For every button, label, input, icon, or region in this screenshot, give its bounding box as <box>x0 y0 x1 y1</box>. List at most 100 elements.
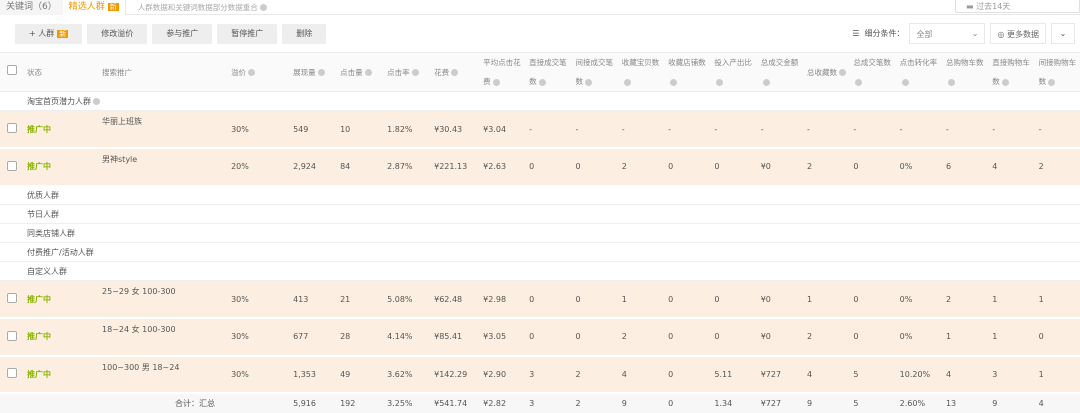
name-cell[interactable]: 华丽上班族 <box>97 111 226 149</box>
audience-name: 华丽上班族 <box>102 117 142 126</box>
value-cell: - <box>1034 111 1080 149</box>
value-cell: 0% <box>895 281 941 319</box>
delete-button[interactable]: 删除 <box>282 24 326 44</box>
audience-name: 100~300 男 18~24 <box>102 363 179 372</box>
column-header[interactable]: 投入产出比 <box>709 53 755 92</box>
help-icon[interactable] <box>585 79 592 86</box>
help-icon[interactable] <box>948 79 955 86</box>
help-icon[interactable] <box>493 79 500 86</box>
help-icon[interactable] <box>839 69 846 76</box>
column-header[interactable]: 点击量 <box>335 53 382 92</box>
column-header[interactable]: 收藏宝贝数 <box>617 53 663 92</box>
value-cell: 30% <box>226 318 288 356</box>
column-header[interactable]: 点击率 <box>382 53 429 92</box>
row-checkbox[interactable] <box>7 331 17 341</box>
help-icon[interactable] <box>248 69 255 76</box>
value-cell: 1 <box>617 281 663 319</box>
edit-premium-button[interactable]: 修改溢价 <box>87 24 147 44</box>
value-cell: - <box>802 111 848 149</box>
list-icon: ☰ <box>852 29 859 38</box>
help-icon[interactable] <box>855 79 862 86</box>
table-row: 推广中华丽上班族30%549101.82%¥30.43¥3.04--------… <box>0 111 1080 149</box>
value-cell: 0 <box>524 148 570 186</box>
group-row: 节日人群 <box>0 205 1080 224</box>
column-header[interactable]: 状态 <box>22 53 97 92</box>
help-icon[interactable] <box>1002 79 1009 86</box>
help-icon[interactable] <box>539 79 546 86</box>
column-header[interactable]: 平均点击花费 <box>478 53 524 92</box>
value-cell: ¥142.29 <box>429 356 478 394</box>
help-icon[interactable] <box>318 69 325 76</box>
value-cell: 1 <box>987 318 1033 356</box>
table-header: 状态搜索推广溢价展现量点击量 点击率花费平均点击花费直接成交笔数间接成交笔数收藏宝… <box>0 53 1080 92</box>
help-icon[interactable] <box>451 69 458 76</box>
group-label-cell: 淘宝首页潜力人群 <box>22 92 1080 111</box>
value-cell: 1 <box>941 318 987 356</box>
status-badge: 推广中 <box>27 332 51 341</box>
help-icon[interactable] <box>412 69 419 76</box>
empty-cell <box>0 186 22 205</box>
total-value: ¥2.82 <box>478 393 524 413</box>
column-header[interactable]: 展现量 <box>288 53 335 92</box>
column-header[interactable]: 间接成交笔数 <box>570 53 616 92</box>
total-value: 2.60% <box>895 393 941 413</box>
column-header[interactable]: 总收藏数 <box>802 53 848 92</box>
name-cell[interactable]: 男神style <box>97 148 226 186</box>
column-header[interactable]: 点击转化率 <box>895 53 941 92</box>
column-header-label: 间接成交笔数 <box>575 58 613 86</box>
pause-promotion-button[interactable]: 暂停推广 <box>217 24 277 44</box>
more-data-button[interactable]: ◎ 更多数据 <box>990 23 1046 44</box>
column-header-label: 点击量 <box>340 68 363 77</box>
help-icon[interactable] <box>902 79 909 86</box>
column-header[interactable]: 总成交金额 <box>756 53 802 92</box>
value-cell: 28 <box>335 318 382 356</box>
column-header[interactable]: 总购物车数 <box>941 53 987 92</box>
column-header[interactable]: 搜索推广 <box>97 53 226 92</box>
table-row: 推广中男神style20%2,924842.87%¥221.13¥2.63002… <box>0 148 1080 186</box>
name-cell[interactable]: 100~300 男 18~24 <box>97 356 226 394</box>
help-icon[interactable] <box>1048 79 1055 86</box>
total-value: 13 <box>941 393 987 413</box>
value-cell: ¥727 <box>756 356 802 394</box>
column-header[interactable]: 溢价 <box>226 53 288 92</box>
column-header[interactable]: 直接购物车数 <box>987 53 1033 92</box>
row-checkbox[interactable] <box>7 161 17 171</box>
join-promotion-button[interactable]: 参与推广 <box>152 24 212 44</box>
add-audience-label: + 人群 <box>29 29 54 38</box>
help-icon[interactable] <box>365 69 372 76</box>
help-icon[interactable] <box>260 4 267 11</box>
date-range-select[interactable]: ▬ 过去14天 <box>955 0 1080 13</box>
help-icon[interactable] <box>670 79 677 86</box>
total-label: 合计：汇总 <box>97 393 288 413</box>
column-header-label: 直接成交笔数 <box>529 58 567 86</box>
column-header[interactable]: 总成交笔数 <box>848 53 894 92</box>
help-icon[interactable] <box>624 79 631 86</box>
select-all-checkbox[interactable] <box>7 65 17 75</box>
help-icon[interactable] <box>716 79 723 86</box>
tab-keywords[interactable]: 关键词（6） <box>0 0 63 15</box>
filter-label: 细分条件： <box>864 28 904 39</box>
name-cell[interactable]: 25~29 女 100-300 <box>97 281 226 319</box>
value-cell: 4 <box>617 356 663 394</box>
value-cell: 677 <box>288 318 335 356</box>
group-label: 付费推广/活动人群 <box>27 248 94 257</box>
help-icon[interactable] <box>93 98 100 105</box>
row-checkbox[interactable] <box>7 293 17 303</box>
value-cell: 2 <box>941 281 987 319</box>
column-header[interactable]: 花费 <box>429 53 478 92</box>
checkbox-cell <box>0 356 22 394</box>
expand-button[interactable]: ⌄ <box>1051 23 1075 44</box>
empty-cell <box>0 243 22 262</box>
group-label: 同类店铺人群 <box>27 229 75 238</box>
row-checkbox[interactable] <box>7 368 17 378</box>
add-audience-button[interactable]: + 人群新 <box>15 24 82 44</box>
help-icon[interactable] <box>763 79 770 86</box>
filter-select[interactable]: 全部⌄ <box>909 23 985 44</box>
column-header[interactable]: 间接购物车数 <box>1034 53 1080 92</box>
row-checkbox[interactable] <box>7 123 17 133</box>
column-header[interactable]: 收藏店铺数 <box>663 53 709 92</box>
column-header[interactable]: 直接成交笔数 <box>524 53 570 92</box>
name-cell[interactable]: 18~24 女 100-300 <box>97 318 226 356</box>
column-header-label: 总收藏数 <box>807 68 837 77</box>
tab-audiences[interactable]: 精选人群新 <box>63 0 126 15</box>
